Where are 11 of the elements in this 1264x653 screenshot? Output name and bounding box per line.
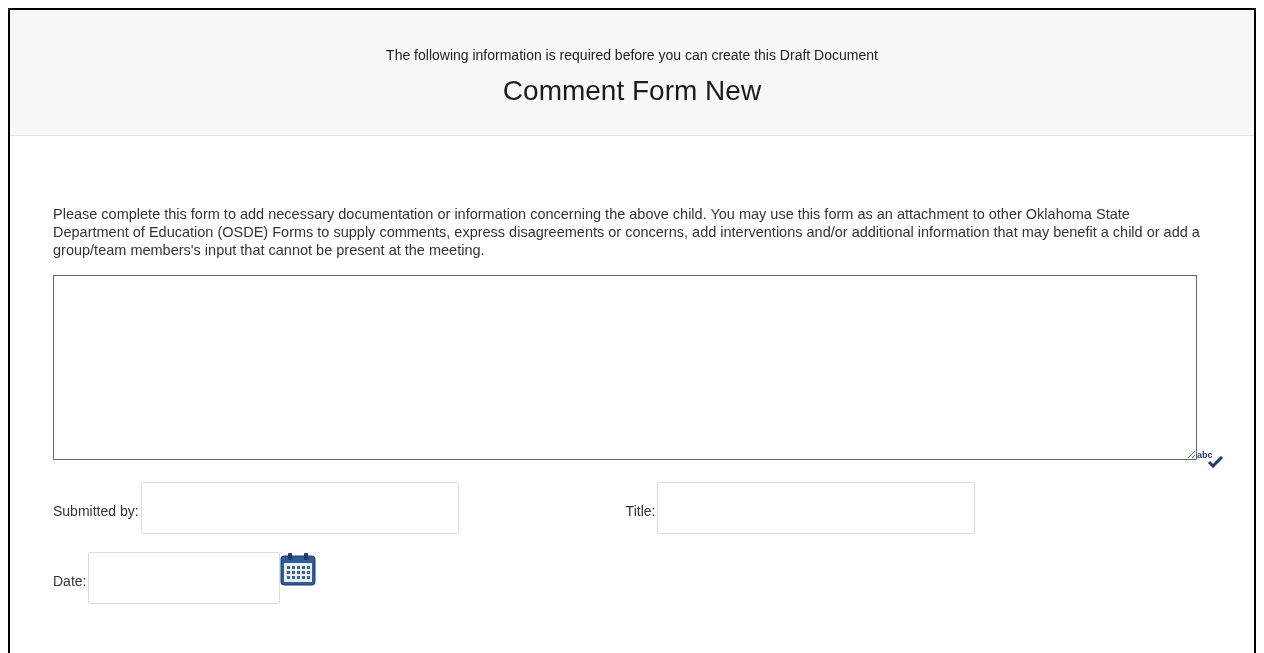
field-label: Date: xyxy=(53,573,87,589)
instructions-text: Please complete this form to add necessary documentation or information concerning the above child. You may use this form as an attachment to other Oklahoma State Department of Education (OSDE) Forms to supply comments, express disagreements or concerns, add interventions and/or additional information that may benefit a child or add a group/team members's input that cannot be present at the meeting. xyxy=(53,205,1201,259)
comment-textarea[interactable] xyxy=(53,275,1197,460)
calendar-icon[interactable] xyxy=(280,552,317,586)
text-field[interactable] xyxy=(657,482,976,534)
field-label: Title: xyxy=(625,503,656,519)
header-subtitle: The following information is required before you can create this Draft Document xyxy=(385,47,879,63)
form-title: Comment Form New xyxy=(501,75,763,107)
date-field[interactable] xyxy=(88,552,281,604)
field-label: Submitted by: xyxy=(53,503,139,519)
text-field[interactable] xyxy=(140,482,459,534)
